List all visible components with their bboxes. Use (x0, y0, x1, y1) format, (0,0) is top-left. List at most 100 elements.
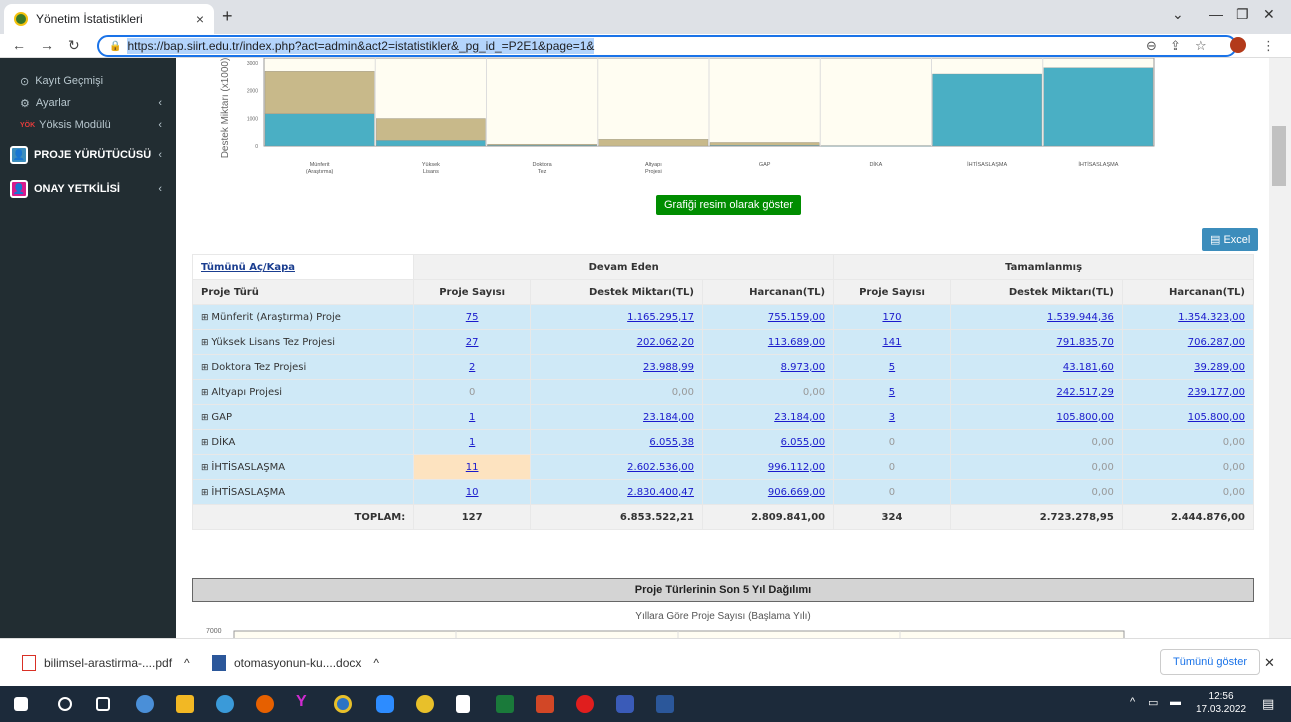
value-link[interactable]: 23.184,00 (774, 412, 825, 423)
new-tab-icon[interactable]: + (222, 6, 233, 27)
value-link[interactable]: 3 (889, 412, 895, 423)
powerpoint-icon[interactable] (536, 695, 554, 713)
windows-start-icon[interactable] (14, 697, 28, 711)
project-type-cell[interactable]: ⊞ DİKA (191, 429, 415, 455)
project-type-cell[interactable]: ⊞ Yüksek Lisans Tez Projesi (191, 329, 415, 355)
chevron-up-icon[interactable]: ^ (373, 656, 379, 670)
value-cell[interactable]: 6.055,38 (529, 429, 703, 455)
value-link[interactable]: 2.830.400,47 (627, 487, 694, 498)
word-icon[interactable] (656, 695, 674, 713)
excel-export-button[interactable]: ▤ Excel (1202, 228, 1259, 251)
value-link[interactable]: 202.062,20 (637, 337, 694, 348)
value-cell[interactable]: 2 (413, 354, 531, 380)
url-input[interactable]: 🔒 https://bap.siirt.edu.tr/index.php?act… (97, 35, 1237, 57)
value-cell[interactable]: 75 (413, 304, 531, 330)
profile-avatar[interactable] (1230, 37, 1246, 53)
value-cell[interactable]: 113.689,00 (701, 329, 835, 355)
value-link[interactable]: 8.973,00 (781, 362, 826, 373)
value-link[interactable]: 2.602.536,00 (627, 462, 694, 473)
task-view-icon[interactable] (96, 697, 110, 711)
scrollbar-thumb[interactable] (1272, 126, 1286, 186)
opera-icon[interactable] (576, 695, 594, 713)
value-link[interactable]: 239.177,00 (1188, 387, 1245, 398)
value-link[interactable]: 105.800,00 (1057, 412, 1114, 423)
network-icon[interactable]: ▭ (1148, 696, 1158, 709)
value-cell[interactable]: 1 (413, 429, 531, 455)
sidebar-section-onay-yetkilisi[interactable]: 👤 ONAY YETKİLİSİ ‹ (0, 174, 176, 204)
chart-image-button[interactable]: Grafiği resim olarak göster (656, 195, 801, 215)
expand-icon[interactable]: ⊞ (201, 363, 211, 373)
value-link[interactable]: 1.539.944,36 (1047, 312, 1114, 323)
value-link[interactable]: 10 (466, 487, 479, 498)
value-link[interactable]: 105.800,00 (1188, 412, 1245, 423)
value-link[interactable]: 1 (469, 437, 475, 448)
value-cell[interactable]: 10 (413, 479, 531, 505)
value-cell[interactable]: 5 (833, 354, 951, 380)
value-link[interactable]: 27 (466, 337, 479, 348)
forward-icon[interactable]: → (40, 37, 54, 53)
value-cell[interactable]: 105.800,00 (1121, 404, 1255, 430)
value-cell[interactable]: 2.830.400,47 (529, 479, 703, 505)
value-link[interactable]: 23.988,99 (643, 362, 694, 373)
value-link[interactable]: 141 (882, 337, 901, 348)
notepad-icon[interactable] (456, 695, 470, 713)
value-link[interactable]: 242.517,29 (1057, 387, 1114, 398)
expand-icon[interactable]: ⊞ (201, 413, 211, 423)
paint-app-icon[interactable] (416, 695, 434, 713)
value-cell[interactable]: 170 (833, 304, 951, 330)
tab-close-icon[interactable]: × (196, 11, 204, 27)
minimize-icon[interactable]: — (1209, 6, 1223, 22)
reload-icon[interactable]: ↻ (68, 37, 80, 54)
search-icon[interactable] (58, 697, 72, 711)
value-cell[interactable]: 239.177,00 (1121, 379, 1255, 405)
download-item-pdf[interactable]: bilimsel-arastirma-....pdf ^ (22, 655, 190, 671)
value-cell[interactable]: 755.159,00 (701, 304, 835, 330)
toggle-all-link[interactable]: Tümünü Aç/Kapa (201, 262, 295, 273)
value-link[interactable]: 706.287,00 (1188, 337, 1245, 348)
value-link[interactable]: 113.689,00 (768, 337, 825, 348)
browser-tab[interactable]: Yönetim İstatistikleri × (4, 4, 214, 34)
value-cell[interactable]: 39.289,00 (1121, 354, 1255, 380)
page-scrollbar[interactable] (1269, 58, 1291, 638)
sidebar-section-proje-yurutucusu[interactable]: 👤 PROJE YÜRÜTÜCÜSÜ ‹ (0, 140, 176, 170)
expand-icon[interactable]: ⊞ (201, 338, 211, 348)
share-icon[interactable]: ⇪ (1170, 38, 1181, 54)
value-cell[interactable]: 791.835,70 (949, 329, 1123, 355)
value-link[interactable]: 2 (469, 362, 475, 373)
sidebar-item-kayit-gecmisi[interactable]: ⊙ Kayıt Geçmişi (0, 70, 176, 92)
value-link[interactable]: 791.835,70 (1057, 337, 1114, 348)
xbox-icon[interactable] (496, 695, 514, 713)
search-app-icon[interactable] (216, 695, 234, 713)
value-cell[interactable]: 242.517,29 (949, 379, 1123, 405)
value-cell[interactable]: 6.055,00 (701, 429, 835, 455)
tray-chevron-icon[interactable]: ^ (1130, 696, 1135, 708)
sidebar-item-yoksis[interactable]: YÖK Yöksis Modülü ‹ (0, 114, 176, 136)
project-type-cell[interactable]: ⊞ İHTİSASLAŞMA (191, 479, 415, 505)
project-type-cell[interactable]: ⊞ GAP (191, 404, 415, 430)
value-link[interactable]: 1.354.323,00 (1178, 312, 1245, 323)
value-link[interactable]: 43.181,60 (1063, 362, 1114, 373)
value-cell[interactable]: 141 (833, 329, 951, 355)
globe-app-icon[interactable] (136, 695, 154, 713)
notifications-icon[interactable]: ▤ (1262, 696, 1274, 712)
value-link[interactable]: 996.112,00 (768, 462, 825, 473)
value-cell[interactable]: 23.184,00 (701, 404, 835, 430)
value-link[interactable]: 5 (889, 362, 895, 373)
value-cell[interactable]: 105.800,00 (949, 404, 1123, 430)
value-cell[interactable]: 11 (413, 454, 531, 480)
value-link[interactable]: 11 (466, 462, 479, 473)
chevron-up-icon[interactable]: ^ (184, 656, 190, 670)
value-link[interactable]: 23.184,00 (643, 412, 694, 423)
back-icon[interactable]: ← (12, 37, 26, 53)
project-type-cell[interactable]: ⊞ İHTİSASLAŞMA (191, 454, 415, 480)
value-link[interactable]: 75 (466, 312, 479, 323)
value-cell[interactable]: 5 (833, 379, 951, 405)
zoom-app-icon[interactable] (376, 695, 394, 713)
yahoo-icon[interactable]: Y (296, 693, 314, 711)
value-cell[interactable]: 996.112,00 (701, 454, 835, 480)
project-type-cell[interactable]: ⊞ Münferit (Araştırma) Proje (191, 304, 415, 330)
maximize-icon[interactable]: ❐ (1236, 6, 1249, 23)
value-link[interactable]: 39.289,00 (1194, 362, 1245, 373)
expand-icon[interactable]: ⊞ (201, 463, 211, 473)
value-link[interactable]: 755.159,00 (768, 312, 825, 323)
